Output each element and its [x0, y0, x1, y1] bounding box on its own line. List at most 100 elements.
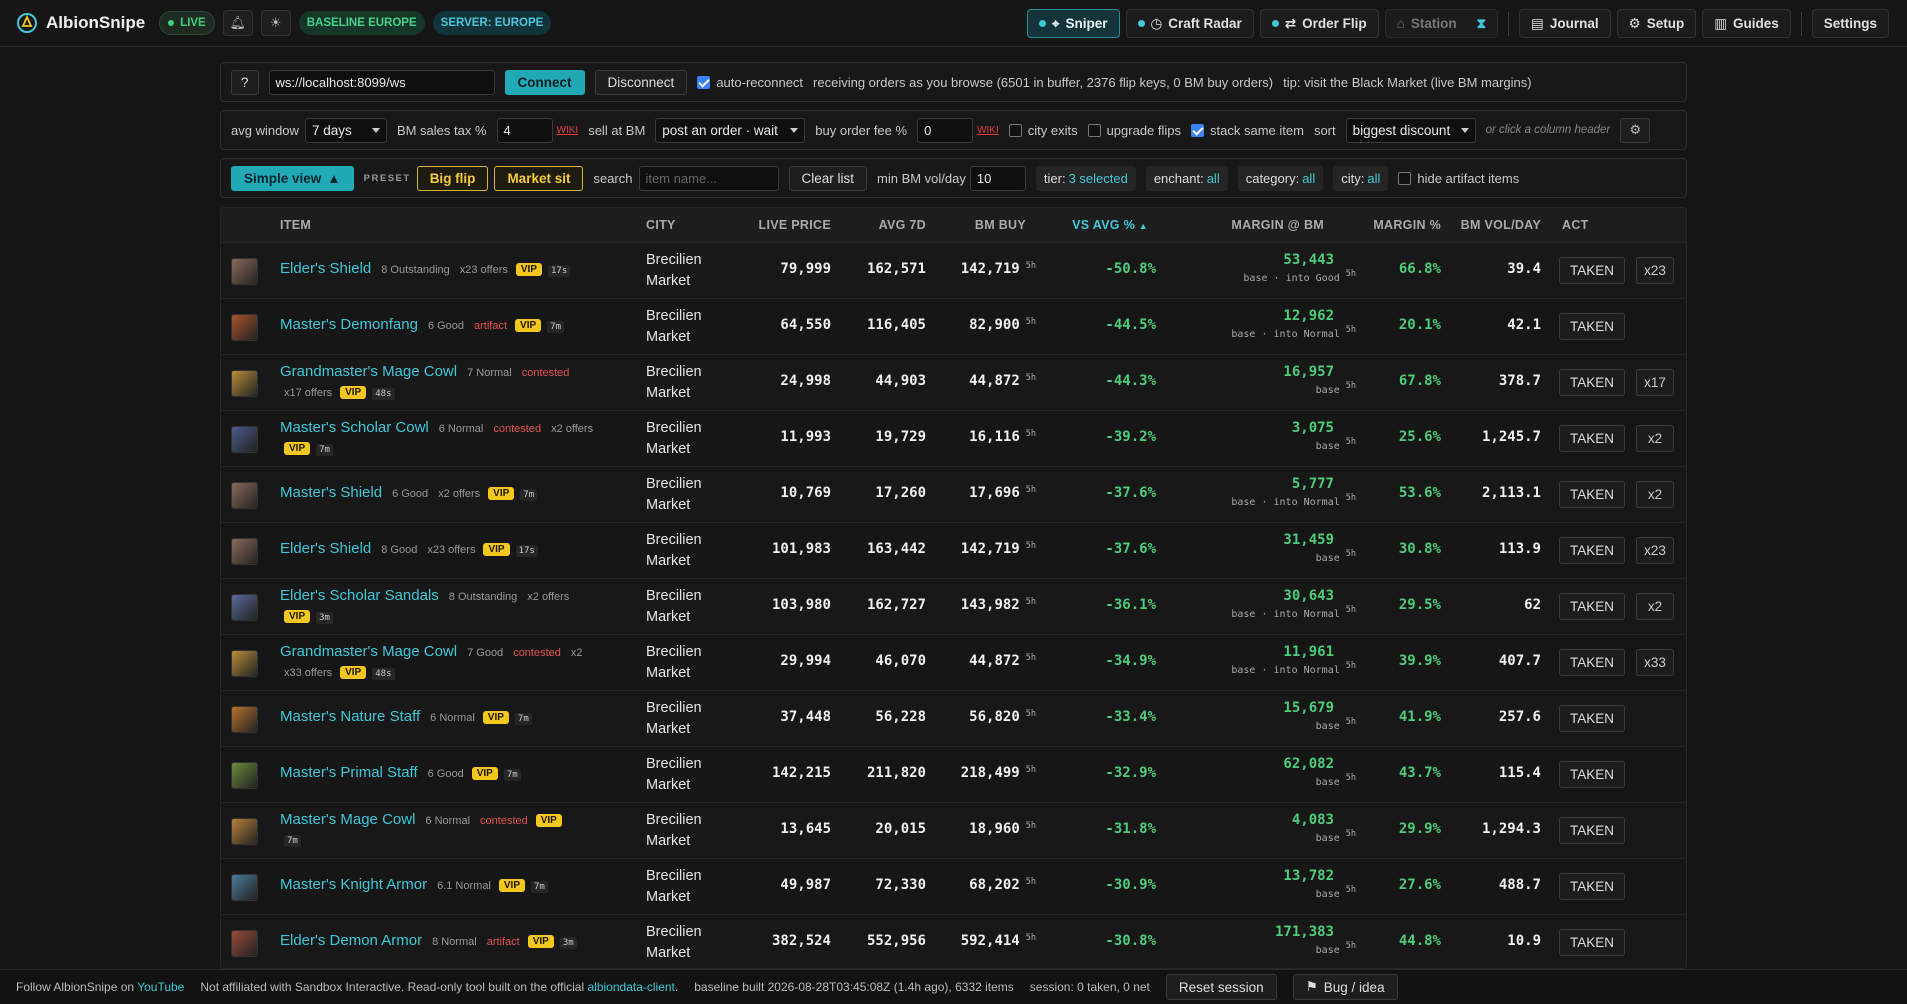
buy-fee-input[interactable]: 0	[917, 117, 974, 143]
taken-button[interactable]: TAKEN	[1559, 257, 1626, 284]
settings-button[interactable]: Settings	[1811, 9, 1889, 38]
tab-guides[interactable]: ▥ Guides	[1702, 9, 1791, 38]
stack-count-button[interactable]: x2	[1636, 481, 1674, 508]
col-live-price[interactable]: LIVE PRICE	[759, 218, 831, 232]
taken-button[interactable]: TAKEN	[1559, 481, 1626, 508]
server-badge: SERVER: EUROPE	[432, 11, 552, 35]
item-name-link[interactable]: Elder's Shield	[280, 260, 371, 277]
search-input[interactable]: item name...	[638, 165, 779, 191]
bell-icon[interactable]: 🔔︎	[222, 10, 253, 36]
taken-button[interactable]: TAKEN	[1559, 817, 1626, 844]
item-name-link[interactable]: Elder's Shield	[280, 540, 371, 557]
item-name-link[interactable]: Master's Nature Staff	[280, 708, 420, 725]
simple-view-toggle[interactable]: Simple view ▲	[231, 165, 354, 191]
taken-button[interactable]: TAKEN	[1559, 593, 1626, 620]
tier-filter[interactable]: tier: 3 selected	[1035, 165, 1136, 191]
taken-button[interactable]: TAKEN	[1559, 929, 1626, 956]
taken-button[interactable]: TAKEN	[1559, 761, 1626, 788]
vip-badge: VIP	[284, 610, 311, 623]
tab-order-flip[interactable]: ⇄ Order Flip	[1259, 9, 1379, 38]
city-exits-checkbox[interactable]	[1008, 123, 1022, 137]
table-row[interactable]: Master's Shield 6 Good x2 offers VIP 7m Breci…	[221, 466, 1686, 522]
tax-wiki-link[interactable]: WIKI	[557, 125, 579, 136]
fee-wiki-link[interactable]: WIKI	[977, 125, 999, 136]
item-name-link[interactable]: Master's Demonfang	[280, 316, 418, 333]
col-avg-7d[interactable]: AVG 7D	[879, 218, 926, 232]
help-button[interactable]: ?	[231, 69, 259, 95]
item-name-link[interactable]: Elder's Scholar Sandals	[280, 587, 439, 604]
sort-select[interactable]: biggest discount	[1345, 117, 1476, 143]
disconnect-button[interactable]: Disconnect	[594, 69, 688, 95]
tab-journal[interactable]: ▤ Journal	[1519, 9, 1611, 38]
reset-session-button[interactable]: Reset session	[1165, 974, 1277, 1000]
albiondata-client-link[interactable]: albiondata-client	[588, 980, 675, 994]
stack-count-button[interactable]: x2	[1636, 593, 1674, 620]
item-name-link[interactable]: Master's Mage Cowl	[280, 811, 415, 828]
tab-station[interactable]: ⌂ Station ⧗	[1384, 9, 1499, 38]
col-margin-bm[interactable]: MARGIN @ BM	[1231, 218, 1324, 232]
tab-sniper[interactable]: ⌖ Sniper	[1026, 9, 1120, 38]
item-name-link[interactable]: Master's Primal Staff	[280, 764, 418, 781]
stack-same-checkbox[interactable]	[1191, 123, 1205, 137]
sell-at-bm-select[interactable]: post an order · wait	[655, 117, 806, 143]
taken-button[interactable]: TAKEN	[1559, 705, 1626, 732]
stack-count-button[interactable]: x17	[1636, 369, 1674, 396]
auto-reconnect-checkbox[interactable]	[697, 75, 711, 89]
ws-url-input[interactable]: ws://localhost:8099/ws	[268, 69, 495, 95]
table-row[interactable]: Elder's Demon Armor 8 Normal artifact VIP 3m…	[221, 914, 1686, 968]
options-gear-icon[interactable]: ⚙	[1620, 117, 1651, 143]
item-name-link[interactable]: Master's Knight Armor	[280, 876, 427, 893]
taken-button[interactable]: TAKEN	[1559, 425, 1626, 452]
table-row[interactable]: Elder's Shield 8 Outstanding x23 offers VIP…	[221, 242, 1686, 298]
stack-count-button[interactable]: x2	[1636, 425, 1674, 452]
tax-input[interactable]: 4	[496, 117, 553, 143]
stack-count-button[interactable]: x23	[1636, 537, 1674, 564]
preset-market-sit-button[interactable]: Market sit	[494, 165, 584, 191]
stack-count-button[interactable]: x33	[1636, 649, 1674, 676]
category-filter[interactable]: category: all	[1237, 165, 1324, 191]
taken-button[interactable]: TAKEN	[1559, 649, 1626, 676]
bug-idea-button[interactable]: ⚑ Bug / idea	[1292, 974, 1398, 1000]
preset-big-flip-button[interactable]: Big flip	[416, 165, 489, 191]
item-name-link[interactable]: Elder's Demon Armor	[280, 932, 422, 949]
table-row[interactable]: Master's Demonfang 6 Good artifact VIP 7m Bre…	[221, 298, 1686, 354]
col-vs-avg[interactable]: VS AVG % ▲	[1072, 218, 1148, 232]
table-row[interactable]: Master's Primal Staff 6 Good VIP 7m Brecilie…	[221, 746, 1686, 802]
clear-list-button[interactable]: Clear list	[788, 165, 868, 191]
avg-window-select[interactable]: 7 days	[304, 117, 387, 143]
item-name-link[interactable]: Grandmaster's Mage Cowl	[280, 643, 457, 660]
sun-icon[interactable]: ☀	[260, 10, 291, 36]
upgrade-flips-checkbox[interactable]	[1087, 123, 1101, 137]
table-row[interactable]: Master's Scholar Cowl 6 Normal contested x2…	[221, 410, 1686, 466]
col-item[interactable]: ITEM	[280, 218, 311, 232]
item-name-link[interactable]: Master's Shield	[280, 484, 382, 501]
taken-button[interactable]: TAKEN	[1559, 537, 1626, 564]
col-bm-vol[interactable]: BM VOL/DAY	[1461, 218, 1541, 232]
item-icon	[231, 650, 258, 677]
connect-button[interactable]: Connect	[504, 69, 585, 95]
col-city[interactable]: CITY	[646, 218, 676, 232]
city-filter[interactable]: city: all	[1333, 165, 1389, 191]
taken-button[interactable]: TAKEN	[1559, 369, 1626, 396]
item-name-link[interactable]: Grandmaster's Mage Cowl	[280, 363, 457, 380]
tab-setup[interactable]: ⚙ Setup	[1616, 9, 1697, 38]
youtube-link[interactable]: YouTube	[137, 980, 184, 994]
taken-button[interactable]: TAKEN	[1559, 873, 1626, 900]
table-row[interactable]: Master's Knight Armor 6.1 Normal VIP 7m Brec…	[221, 858, 1686, 914]
table-row[interactable]: Master's Nature Staff 6 Normal VIP 7m Brecil…	[221, 690, 1686, 746]
table-row[interactable]: Elder's Scholar Sandals 8 Outstanding x2 o…	[221, 578, 1686, 634]
table-row[interactable]: Grandmaster's Mage Cowl 7 Good contested x2…	[221, 634, 1686, 690]
col-bm-buy[interactable]: BM BUY	[975, 218, 1026, 232]
min-vol-input[interactable]: 10	[969, 165, 1026, 191]
col-margin-pct[interactable]: MARGIN %	[1373, 218, 1441, 232]
table-row[interactable]: Master's Mage Cowl 6 Normal contested VIP 7m…	[221, 802, 1686, 858]
item-name-link[interactable]: Master's Scholar Cowl	[280, 419, 429, 436]
hide-artifact-checkbox[interactable]	[1398, 171, 1412, 185]
stack-count-button[interactable]: x23	[1636, 257, 1674, 284]
enchant-filter[interactable]: enchant: all	[1145, 165, 1228, 191]
tab-craft-radar[interactable]: ◷ Craft Radar	[1125, 9, 1254, 38]
table-row[interactable]: Elder's Shield 8 Good x23 offers VIP 17s Brec…	[221, 522, 1686, 578]
taken-button[interactable]: TAKEN	[1559, 313, 1626, 340]
app-logo[interactable]: AlbionSnipe	[16, 12, 145, 34]
table-row[interactable]: Grandmaster's Mage Cowl 7 Normal contested…	[221, 354, 1686, 410]
